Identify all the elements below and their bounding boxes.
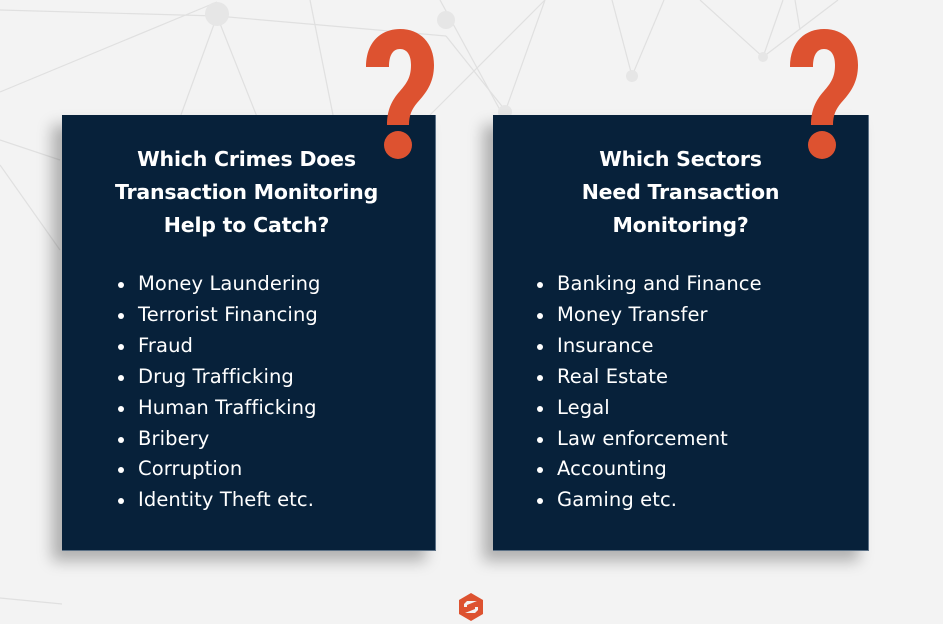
list-item: Human Trafficking xyxy=(114,393,321,424)
list-item-label: Drug Trafficking xyxy=(138,364,294,388)
list-item-label: Law enforcement xyxy=(557,426,728,450)
bullet-icon xyxy=(118,467,124,474)
bullet-icon xyxy=(118,405,124,412)
title-line: Need Transaction xyxy=(581,180,780,204)
brand-s-hexagon-icon xyxy=(459,593,483,621)
bullet-icon xyxy=(537,498,543,505)
list-item-label: Banking and Finance xyxy=(557,272,762,295)
title-line: Help to Catch? xyxy=(163,213,330,237)
bullet-icon xyxy=(537,405,543,412)
list-item: Banking and Finance xyxy=(533,269,762,300)
list-item-label: Identity Theft etc. xyxy=(138,488,315,512)
list-item: Gaming etc. xyxy=(533,485,762,516)
sectors-list: Banking and Finance Money Transfer Insur… xyxy=(533,269,762,516)
crimes-card: Which Crimes Does Transaction Monitoring… xyxy=(62,115,436,551)
list-item-label: Insurance xyxy=(557,333,654,357)
list-item: Fraud xyxy=(114,331,321,362)
bullet-icon xyxy=(118,498,124,505)
bullet-icon xyxy=(118,312,124,319)
list-item-label: Terrorist Financing xyxy=(138,302,318,326)
list-item: Identity Theft etc. xyxy=(114,485,321,516)
bullet-icon xyxy=(537,374,543,381)
title-line: Transaction Monitoring xyxy=(114,180,379,204)
list-item: Terrorist Financing xyxy=(114,300,321,331)
list-item: Legal xyxy=(533,393,762,424)
bullet-icon xyxy=(118,374,124,381)
crimes-list: Money Laundering Terrorist Financing Fra… xyxy=(114,269,321,516)
question-mark-icon xyxy=(790,29,858,159)
bullet-icon xyxy=(118,436,124,443)
list-item: Bribery xyxy=(114,424,321,455)
list-item: Money Transfer xyxy=(533,300,762,331)
list-item: Law enforcement xyxy=(533,424,762,455)
list-item: Insurance xyxy=(533,331,762,362)
bullet-icon xyxy=(118,282,124,288)
question-mark-icon xyxy=(366,29,434,159)
bullet-icon xyxy=(537,467,543,474)
list-item-label: Human Trafficking xyxy=(138,395,317,419)
list-item-label: Corruption xyxy=(138,457,243,481)
list-item-label: Accounting xyxy=(557,457,667,481)
bullet-icon xyxy=(537,436,543,443)
list-item-label: Fraud xyxy=(138,333,194,357)
list-item: Drug Trafficking xyxy=(114,362,321,393)
list-item: Corruption xyxy=(114,454,321,485)
list-item-label: Legal xyxy=(557,395,610,419)
bullet-icon xyxy=(537,282,543,288)
list-item: Accounting xyxy=(533,454,762,485)
list-item: Money Laundering xyxy=(114,269,321,300)
list-item-label: Bribery xyxy=(138,426,210,450)
bullet-icon xyxy=(118,343,124,350)
title-line: Monitoring? xyxy=(612,213,749,237)
list-item-label: Money Transfer xyxy=(557,302,708,326)
bullet-icon xyxy=(537,312,543,319)
list-item-label: Money Laundering xyxy=(138,272,321,295)
list-item: Real Estate xyxy=(533,362,762,393)
list-item-label: Gaming etc. xyxy=(557,488,678,512)
sectors-card: Which Sectors Need Transaction Monitorin… xyxy=(493,115,869,551)
list-item-label: Real Estate xyxy=(557,364,669,388)
bullet-icon xyxy=(537,343,543,350)
